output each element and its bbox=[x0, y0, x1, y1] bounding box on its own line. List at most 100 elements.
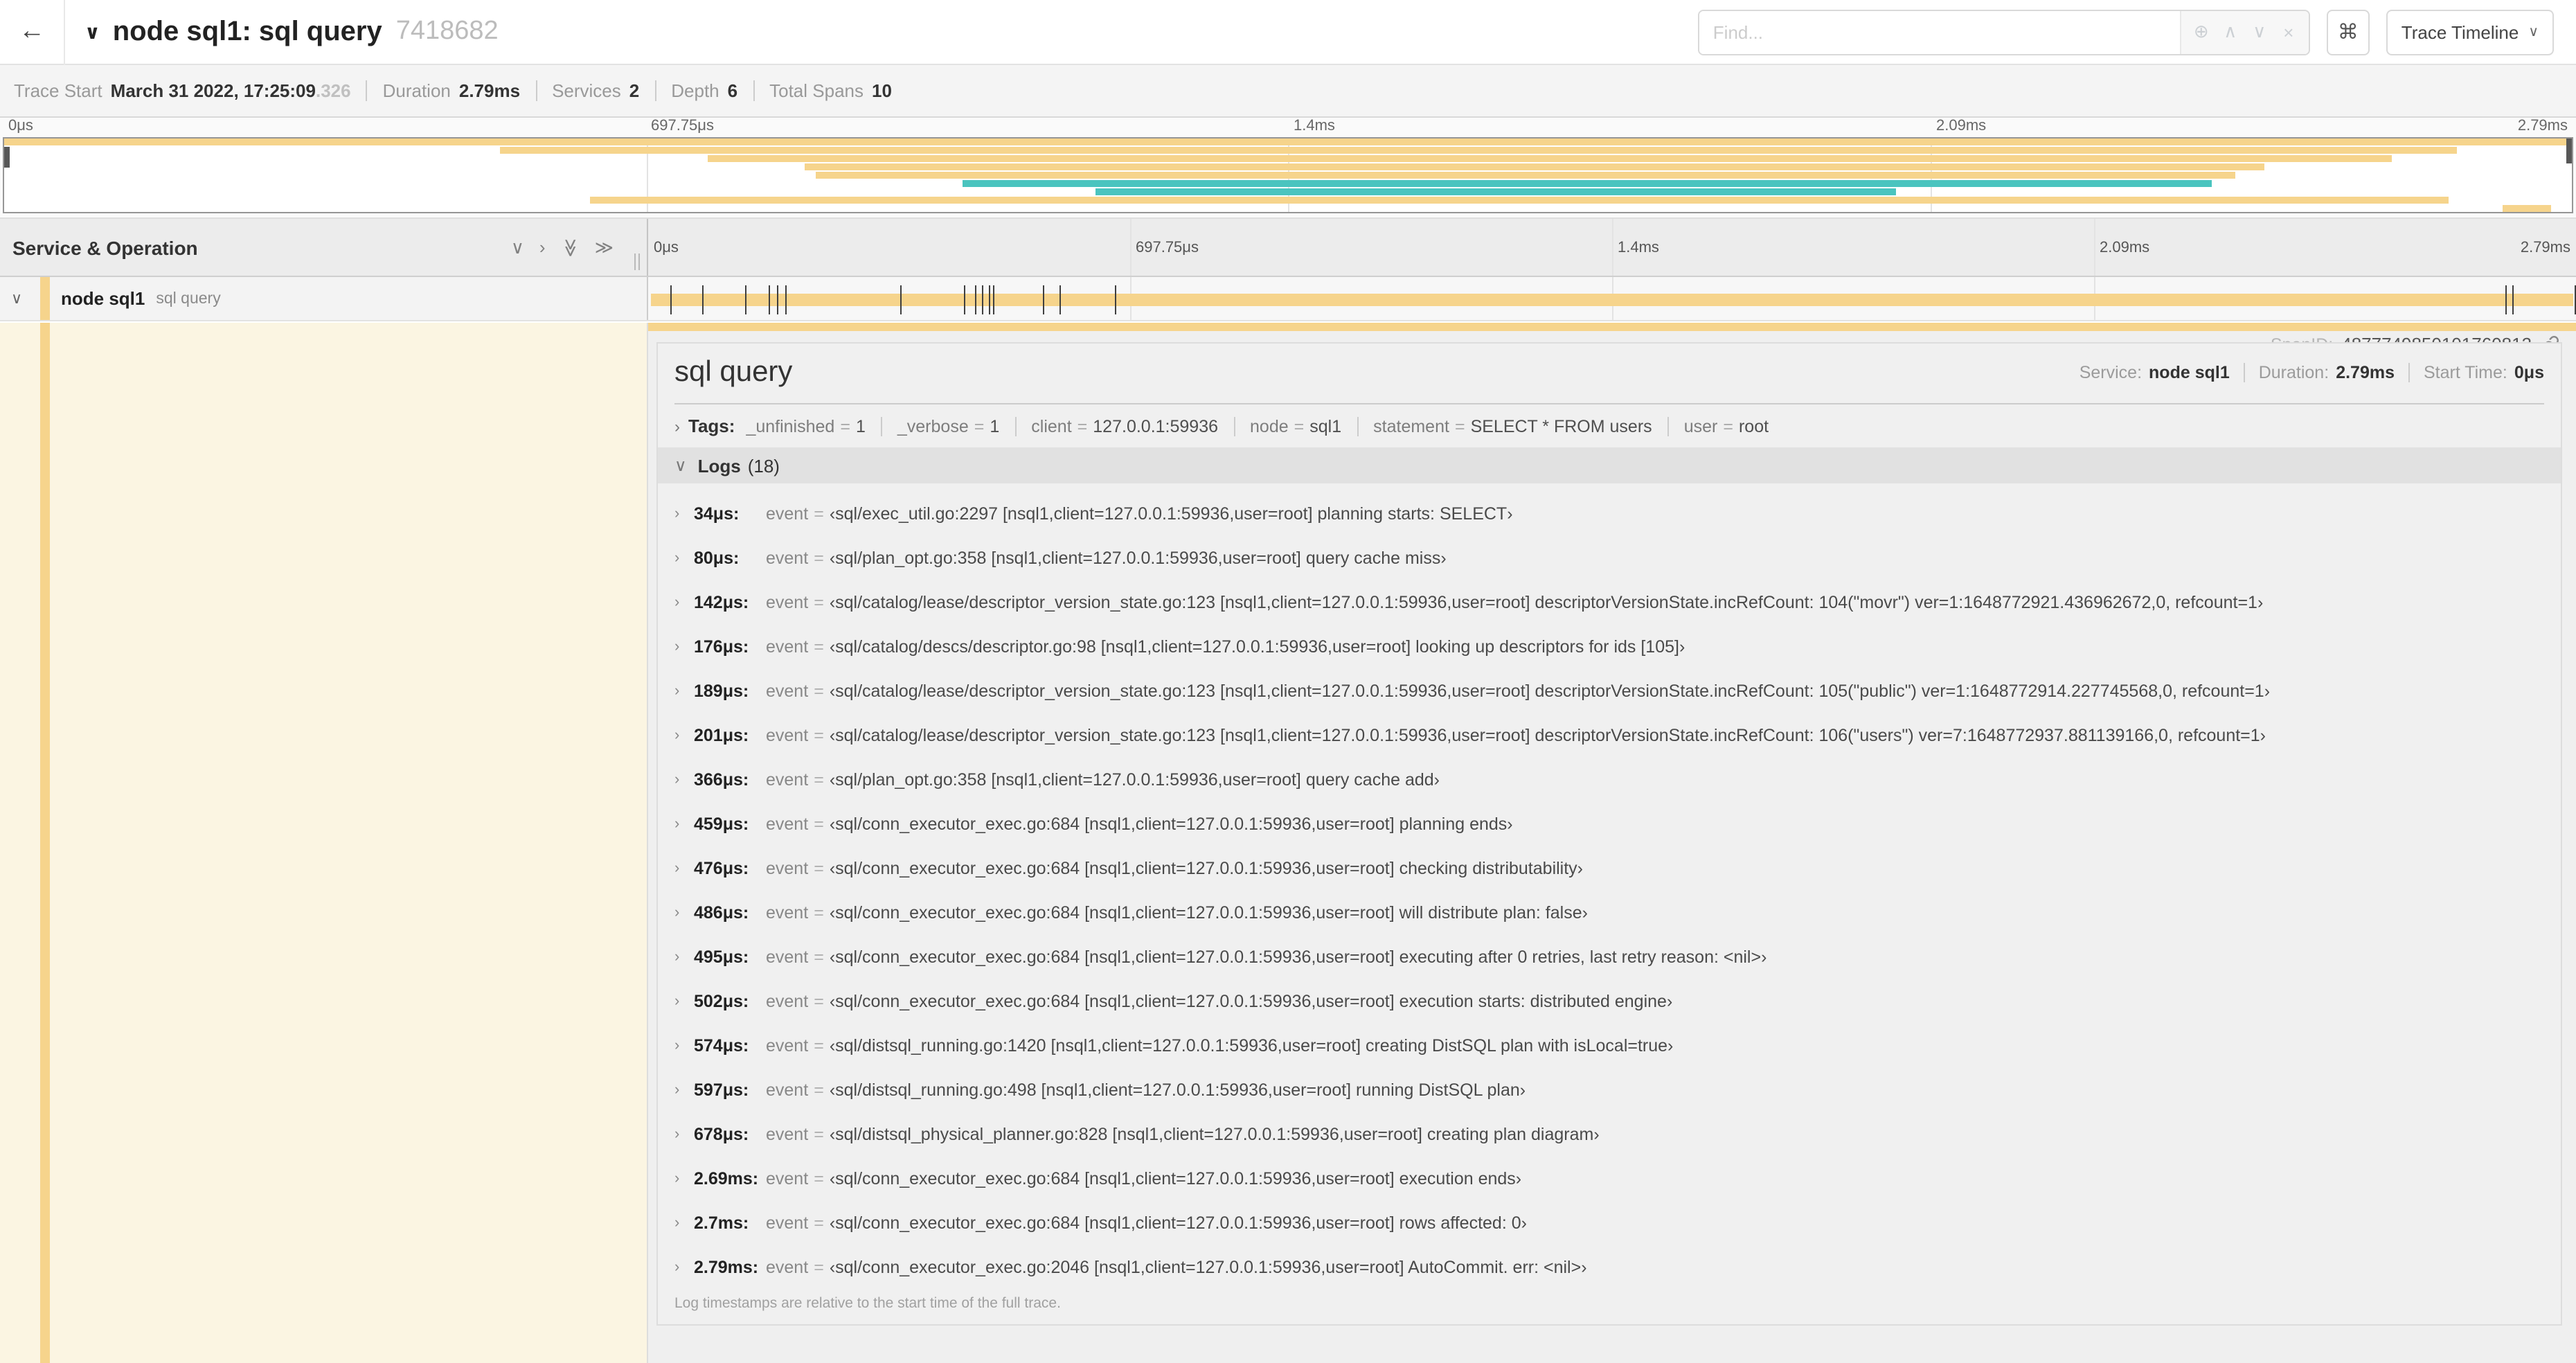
span-duration-bar[interactable] bbox=[651, 294, 2573, 306]
span-detail-row: sql query Service: node sql1 Duration: 2… bbox=[0, 323, 2576, 1363]
log-row[interactable]: › 2.7ms: event = ‹sql/conn_executor_exec.go:… bbox=[674, 1201, 2544, 1245]
log-row[interactable]: › 678μs: event = ‹sql/distsql_physical_plann… bbox=[674, 1112, 2544, 1157]
minimap-span bbox=[962, 180, 2212, 187]
column-resizer-handle[interactable] bbox=[634, 253, 640, 270]
minimap-span bbox=[2502, 205, 2552, 212]
log-timestamp: 495μs: bbox=[694, 947, 749, 967]
tag-equals: = bbox=[1294, 416, 1305, 436]
logs-section-header[interactable]: ∨ Logs (18) bbox=[658, 447, 2561, 483]
chevron-down-icon: ∨ bbox=[674, 456, 687, 475]
log-field-key: event bbox=[766, 814, 809, 834]
minimap-span bbox=[499, 147, 2457, 154]
log-row[interactable]: › 366μs: event = ‹sql/plan_opt.go:358 [nsql1… bbox=[674, 758, 2544, 802]
log-field-value: ‹sql/conn_executor_exec.go:684 [nsql1,cl… bbox=[829, 947, 1767, 967]
logs-title: Logs bbox=[697, 455, 741, 476]
time-tick-label: 2.09ms bbox=[1936, 118, 1987, 134]
minimap-span bbox=[4, 139, 2572, 145]
expand-all-icon[interactable]: ≫ bbox=[595, 236, 614, 258]
trace-collapse-chevron-icon[interactable]: ∨ bbox=[84, 20, 100, 44]
tag-value: 1 bbox=[990, 416, 1000, 436]
timeline-gridline bbox=[1130, 219, 1132, 276]
span-row-name-cell[interactable]: ∨ node sql1 sql query bbox=[0, 277, 648, 320]
log-marker-tick bbox=[993, 285, 995, 314]
log-timestamp: 678μs: bbox=[694, 1125, 749, 1144]
back-button[interactable]: ← bbox=[0, 0, 65, 64]
log-row[interactable]: › 176μs: event = ‹sql/catalog/descs/descript… bbox=[674, 625, 2544, 669]
minimap-left-drag-handle[interactable] bbox=[4, 147, 10, 168]
log-field-key: event bbox=[766, 637, 809, 657]
view-selector-label: Trace Timeline bbox=[2401, 21, 2519, 42]
chevron-right-icon: › bbox=[674, 949, 680, 965]
tag-value: 127.0.0.1:59936 bbox=[1093, 416, 1219, 436]
log-row[interactable]: › 597μs: event = ‹sql/distsql_running.go:498… bbox=[674, 1068, 2544, 1112]
log-timestamp: 2.79ms: bbox=[694, 1258, 759, 1277]
log-equals: = bbox=[814, 1213, 824, 1233]
time-tick-label: 0μs bbox=[8, 118, 33, 134]
span-detail-title: sql query bbox=[674, 356, 793, 388]
log-equals: = bbox=[814, 992, 824, 1011]
tag-item: _unfinished = 1 bbox=[746, 416, 865, 436]
log-row[interactable]: › 2.79ms: event = ‹sql/conn_executor_exec.go… bbox=[674, 1245, 2544, 1290]
span-row[interactable]: ∨ node sql1 sql query bbox=[0, 277, 2576, 321]
find-input[interactable] bbox=[1699, 10, 2180, 53]
span-detail-header: sql query Service: node sql1 Duration: 2… bbox=[674, 344, 2544, 404]
view-selector-button[interactable]: Trace Timeline ∨ bbox=[2386, 9, 2554, 55]
summary-value-suffix: .326 bbox=[315, 80, 351, 101]
prev-match-icon[interactable]: ∧ bbox=[2216, 21, 2245, 43]
log-row[interactable]: › 495μs: event = ‹sql/conn_executor_exec.go:… bbox=[674, 935, 2544, 979]
time-tick-label: 1.4ms bbox=[1618, 240, 1659, 256]
keyboard-shortcuts-button[interactable]: ⌘ bbox=[2326, 9, 2370, 55]
chevron-right-icon: › bbox=[674, 639, 680, 655]
summary-divider bbox=[753, 80, 755, 101]
log-equals: = bbox=[814, 859, 824, 878]
start-time-label: Start Time: bbox=[2424, 363, 2507, 382]
log-row[interactable]: › 80μs: event = ‹sql/plan_opt.go:358 [nsql1,… bbox=[674, 536, 2544, 580]
minimap-right-drag-handle[interactable] bbox=[2566, 139, 2572, 163]
duration-label: Duration: bbox=[2258, 363, 2329, 382]
log-marker-tick bbox=[964, 285, 965, 314]
chevron-right-icon: › bbox=[674, 727, 680, 744]
tags-row[interactable]: › Tags: _unfinished = 1 _verbose = 1 client = 12… bbox=[674, 404, 2544, 447]
log-field-key: event bbox=[766, 1080, 809, 1100]
log-field-key: event bbox=[766, 504, 809, 524]
tag-equals: = bbox=[1723, 416, 1733, 436]
log-row[interactable]: › 189μs: event = ‹sql/catalog/lease/descript… bbox=[674, 669, 2544, 713]
chevron-right-icon: › bbox=[674, 772, 680, 788]
tag-key: user bbox=[1683, 416, 1718, 436]
log-timestamp: 486μs: bbox=[694, 903, 749, 923]
chevron-right-icon: › bbox=[674, 816, 680, 832]
summary-value: 2 bbox=[629, 80, 640, 101]
summary-value: 10 bbox=[872, 80, 892, 101]
clear-find-icon[interactable]: × bbox=[2274, 21, 2303, 42]
log-field-key: event bbox=[766, 1258, 809, 1277]
log-row[interactable]: › 2.69ms: event = ‹sql/conn_executor_exec.go… bbox=[674, 1157, 2544, 1201]
log-row[interactable]: › 34μs: event = ‹sql/exec_util.go:2297 [nsql… bbox=[674, 492, 2544, 536]
log-marker-tick bbox=[701, 285, 704, 314]
log-timestamp: 574μs: bbox=[694, 1036, 749, 1055]
log-row[interactable]: › 502μs: event = ‹sql/conn_executor_exec.go:… bbox=[674, 979, 2544, 1024]
log-row[interactable]: › 459μs: event = ‹sql/conn_executor_exec.go:… bbox=[674, 802, 2544, 846]
log-row[interactable]: › 142μs: event = ‹sql/catalog/lease/descript… bbox=[674, 580, 2544, 625]
log-row[interactable]: › 486μs: event = ‹sql/conn_executor_exec.go:… bbox=[674, 891, 2544, 935]
log-row[interactable]: › 476μs: event = ‹sql/conn_executor_exec.go:… bbox=[674, 846, 2544, 891]
log-row[interactable]: › 201μs: event = ‹sql/catalog/lease/descript… bbox=[674, 713, 2544, 758]
log-equals: = bbox=[814, 1169, 824, 1188]
summary-item: Trace Start March 31 2022, 17:25:09.326 bbox=[14, 80, 351, 101]
log-marker-tick bbox=[1043, 285, 1045, 314]
expanded-span-bar bbox=[648, 323, 2576, 331]
expand-one-icon[interactable]: › bbox=[539, 236, 546, 258]
log-field-value: ‹sql/catalog/lease/descriptor_version_st… bbox=[829, 682, 2271, 701]
log-timestamp: 201μs: bbox=[694, 726, 749, 745]
span-collapse-chevron-icon[interactable]: ∨ bbox=[11, 289, 22, 308]
summary-label: Total Spans bbox=[769, 80, 864, 101]
log-timestamp: 142μs: bbox=[694, 593, 749, 612]
collapse-all-icon[interactable]: ≫ bbox=[559, 238, 581, 256]
log-equals: = bbox=[814, 504, 824, 524]
collapse-one-icon[interactable]: ∨ bbox=[511, 236, 524, 258]
log-row[interactable]: › 574μs: event = ‹sql/distsql_running.go:142… bbox=[674, 1024, 2544, 1068]
tag-divider bbox=[1014, 416, 1017, 436]
span-row-timeline-cell[interactable] bbox=[648, 277, 2576, 320]
minimap-canvas[interactable] bbox=[3, 137, 2573, 213]
locate-icon[interactable]: ⊕ bbox=[2187, 21, 2216, 43]
next-match-icon[interactable]: ∨ bbox=[2245, 21, 2274, 43]
